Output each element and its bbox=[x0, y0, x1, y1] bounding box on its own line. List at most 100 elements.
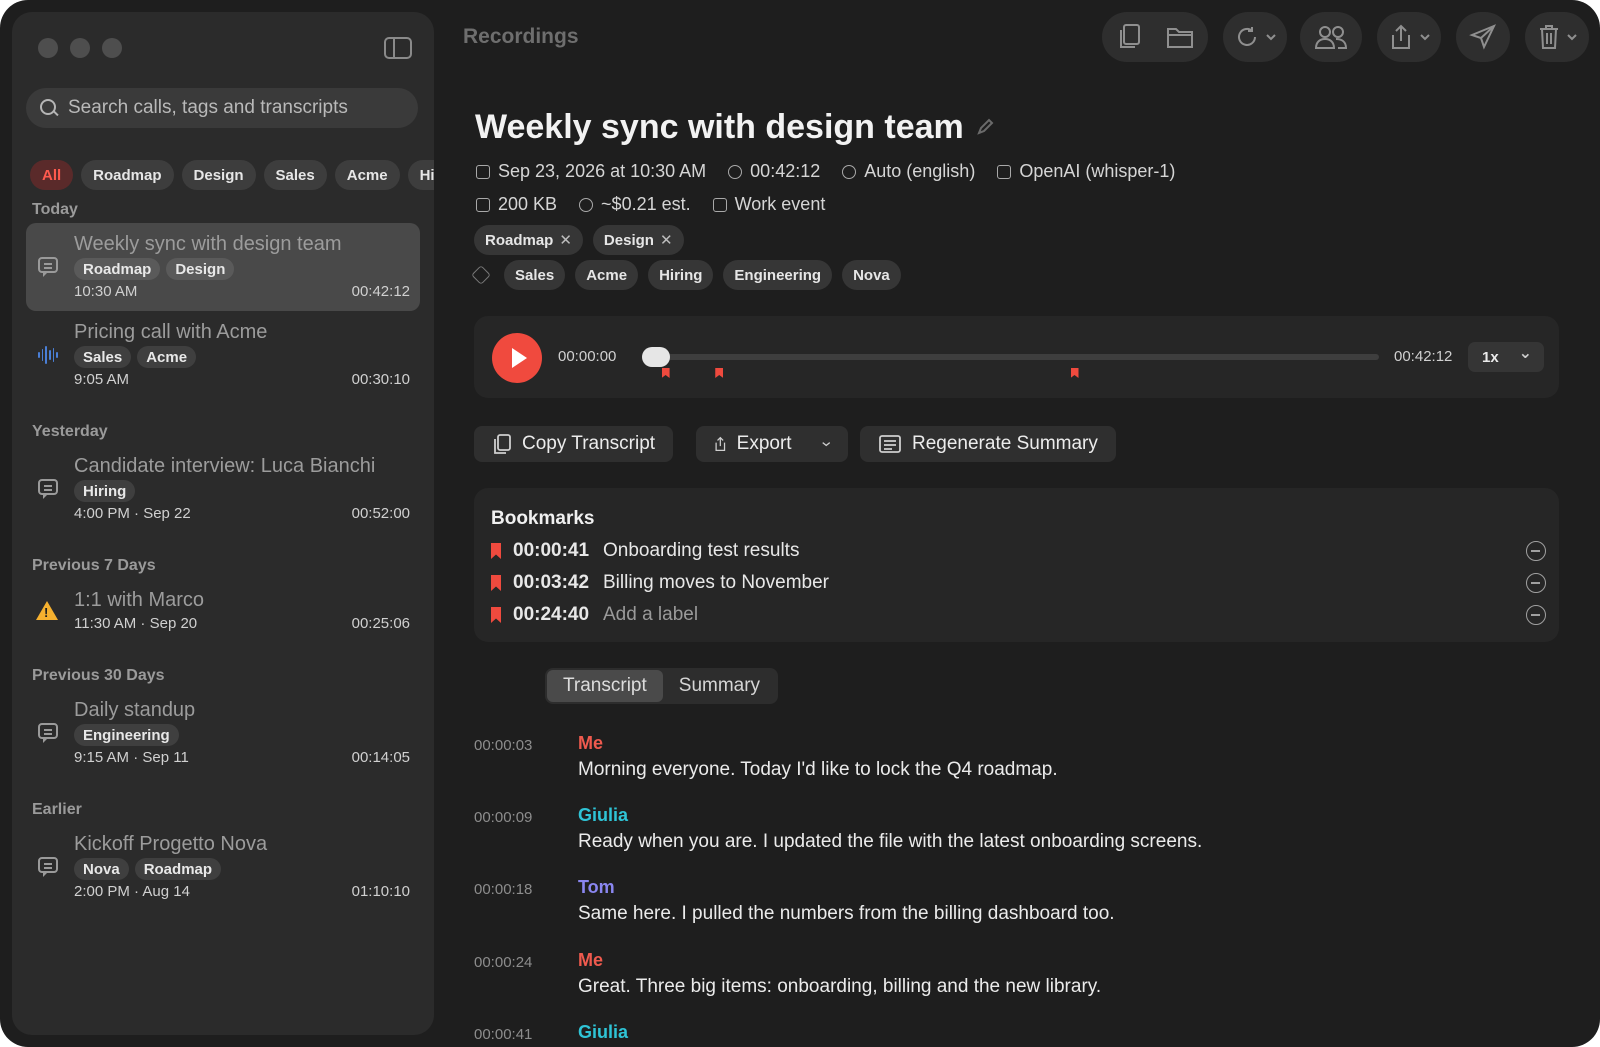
sidebar: All Roadmap Design Sales Acme Hiri Today… bbox=[12, 12, 434, 1035]
list-item[interactable]: Weekly sync with design team Roadmap Des… bbox=[26, 223, 420, 311]
tab-summary[interactable]: Summary bbox=[663, 670, 776, 702]
list-item[interactable]: Daily standup Engineering 9:15 AM · Sep … bbox=[26, 689, 420, 777]
recording-language[interactable]: Auto (english) bbox=[864, 161, 975, 182]
bookmark-row[interactable]: 00:03:42 Billing moves to November bbox=[491, 569, 1546, 597]
bookmark-icon bbox=[491, 607, 501, 623]
sidebar-toggle-icon[interactable] bbox=[384, 37, 412, 59]
transcript-text: Morning everyone. Today I'd like to lock… bbox=[578, 759, 1058, 780]
list-item-time: 9:05 AM bbox=[74, 371, 130, 388]
bookmark-time[interactable]: 00:24:40 bbox=[513, 604, 603, 626]
suggested-tag-acme[interactable]: Acme bbox=[575, 260, 639, 290]
send-button[interactable] bbox=[1456, 12, 1510, 62]
transcript-timestamp[interactable]: 00:00:24 bbox=[474, 954, 532, 971]
recording-event[interactable]: Work event bbox=[735, 194, 826, 215]
list-item-title: Daily standup bbox=[74, 699, 196, 721]
applied-tag-roadmap[interactable]: Roadmap ✕ bbox=[474, 225, 583, 255]
remove-tag-icon[interactable]: ✕ bbox=[559, 231, 572, 249]
bookmark-label[interactable]: Billing moves to November bbox=[603, 572, 829, 594]
zoom-window-button[interactable] bbox=[102, 38, 122, 58]
filter-chip-design[interactable]: Design bbox=[181, 160, 256, 190]
metadata-row-1: Sep 23, 2026 at 10:30 AM 00:42:12 Auto (… bbox=[476, 161, 1175, 182]
regenerate-summary-button[interactable]: Regenerate Summary bbox=[860, 426, 1116, 462]
remove-bookmark-icon[interactable] bbox=[1526, 541, 1546, 561]
tag-sales: Sales bbox=[74, 346, 132, 368]
play-button[interactable] bbox=[492, 333, 542, 383]
list-item-duration: 00:30:10 bbox=[351, 371, 410, 388]
copy-files-icon[interactable] bbox=[1115, 22, 1143, 52]
chat-icon bbox=[38, 257, 58, 277]
chevron-down-icon bbox=[1420, 34, 1430, 41]
minimize-window-button[interactable] bbox=[70, 38, 90, 58]
transcript-timestamp[interactable]: 00:00:41 bbox=[474, 1026, 532, 1043]
view-tabs: Transcript Summary bbox=[545, 668, 779, 704]
bookmark-label[interactable]: Onboarding test results bbox=[603, 540, 799, 562]
bookmark-time[interactable]: 00:03:42 bbox=[513, 572, 603, 594]
group-label-yesterday: Yesterday bbox=[32, 423, 108, 440]
suggested-tag-engineering[interactable]: Engineering bbox=[723, 260, 833, 290]
playback-speed-select[interactable]: 1x bbox=[1468, 342, 1544, 372]
waveform-icon bbox=[38, 345, 59, 365]
suggested-tag-sales[interactable]: Sales bbox=[504, 260, 566, 290]
search-icon bbox=[40, 99, 58, 117]
refresh-menu-button[interactable] bbox=[1223, 12, 1287, 62]
list-item[interactable]: 1:1 with Marco 11:30 AM · Sep 20 00:25:0… bbox=[26, 579, 420, 643]
seek-track[interactable] bbox=[654, 354, 1379, 360]
bookmark-row[interactable]: 00:00:41 Onboarding test results bbox=[491, 537, 1546, 565]
chat-icon bbox=[38, 857, 58, 877]
filter-chip-all[interactable]: All bbox=[30, 160, 74, 190]
applied-tag-design[interactable]: Design ✕ bbox=[592, 225, 684, 255]
bookmark-marker[interactable] bbox=[1070, 368, 1079, 378]
suggested-tag-nova[interactable]: Nova bbox=[842, 260, 901, 290]
tab-transcript[interactable]: Transcript bbox=[547, 670, 663, 702]
list-item[interactable]: Pricing call with Acme Sales Acme 9:05 A… bbox=[26, 311, 420, 399]
list-item-duration: 00:52:00 bbox=[351, 505, 410, 522]
filter-chip-acme[interactable]: Acme bbox=[334, 160, 400, 190]
bookmark-marker[interactable] bbox=[661, 368, 670, 378]
filter-chip-sales[interactable]: Sales bbox=[263, 160, 327, 190]
recording-title[interactable]: Weekly sync with design team bbox=[475, 108, 964, 147]
share-menu-button[interactable] bbox=[1377, 12, 1441, 62]
close-window-button[interactable] bbox=[38, 38, 58, 58]
chevron-down-icon[interactable] bbox=[821, 440, 830, 448]
list-item[interactable]: Kickoff Progetto Nova Nova Roadmap 2:00 … bbox=[26, 823, 420, 911]
list-item-title: Pricing call with Acme bbox=[74, 321, 268, 343]
chat-icon bbox=[38, 479, 58, 499]
filter-chip-roadmap[interactable]: Roadmap bbox=[81, 160, 174, 190]
bookmark-row[interactable]: 00:24:40 Add a label bbox=[491, 601, 1546, 629]
copy-transcript-button[interactable]: Copy Transcript bbox=[474, 426, 674, 462]
recording-model[interactable]: OpenAI (whisper-1) bbox=[1019, 161, 1175, 182]
bookmark-time[interactable]: 00:00:41 bbox=[513, 540, 603, 562]
bookmarks-title: Bookmarks bbox=[491, 508, 595, 529]
edit-pencil-icon[interactable] bbox=[976, 118, 994, 136]
list-item-time: 11:30 AM · Sep 20 bbox=[74, 615, 198, 632]
suggested-tag-hiring[interactable]: Hiring bbox=[648, 260, 714, 290]
participants-button[interactable] bbox=[1300, 12, 1362, 62]
remove-tag-icon[interactable]: ✕ bbox=[660, 231, 673, 249]
remove-bookmark-icon[interactable] bbox=[1526, 573, 1546, 593]
chip-icon bbox=[997, 164, 1012, 179]
export-icon bbox=[715, 436, 726, 451]
transcript-timestamp[interactable]: 00:00:03 bbox=[474, 737, 532, 754]
transcript-timestamp[interactable]: 00:00:09 bbox=[474, 809, 532, 826]
bookmark-marker[interactable] bbox=[715, 368, 724, 378]
delete-menu-button[interactable] bbox=[1525, 12, 1589, 62]
filter-chip-hiring[interactable]: Hiri bbox=[407, 160, 434, 190]
list-item-duration: 00:25:06 bbox=[351, 615, 410, 632]
list-item-duration: 00:14:05 bbox=[351, 749, 410, 766]
transcript-timestamp[interactable]: 00:00:18 bbox=[474, 881, 532, 898]
transcript-speaker: Giulia bbox=[578, 1022, 629, 1042]
app-window: All Roadmap Design Sales Acme Hiri Today… bbox=[0, 0, 1600, 1047]
list-item[interactable]: Candidate interview: Luca Bianchi Hiring… bbox=[26, 445, 420, 533]
recording-date: Sep 23, 2026 at 10:30 AM bbox=[498, 161, 707, 181]
send-icon bbox=[1469, 24, 1497, 50]
seek-handle[interactable] bbox=[642, 347, 670, 367]
tag-icon bbox=[471, 265, 491, 285]
bookmark-label-input[interactable]: Add a label bbox=[603, 604, 698, 626]
remove-bookmark-icon[interactable] bbox=[1526, 605, 1546, 625]
list-item-time: 4:00 PM · Sep 22 bbox=[74, 505, 191, 522]
summary-icon bbox=[879, 435, 901, 453]
export-button[interactable]: Export bbox=[696, 426, 848, 462]
folder-icon[interactable] bbox=[1165, 24, 1195, 50]
search-input[interactable] bbox=[68, 97, 398, 119]
transcript-speaker: Me bbox=[578, 950, 604, 970]
